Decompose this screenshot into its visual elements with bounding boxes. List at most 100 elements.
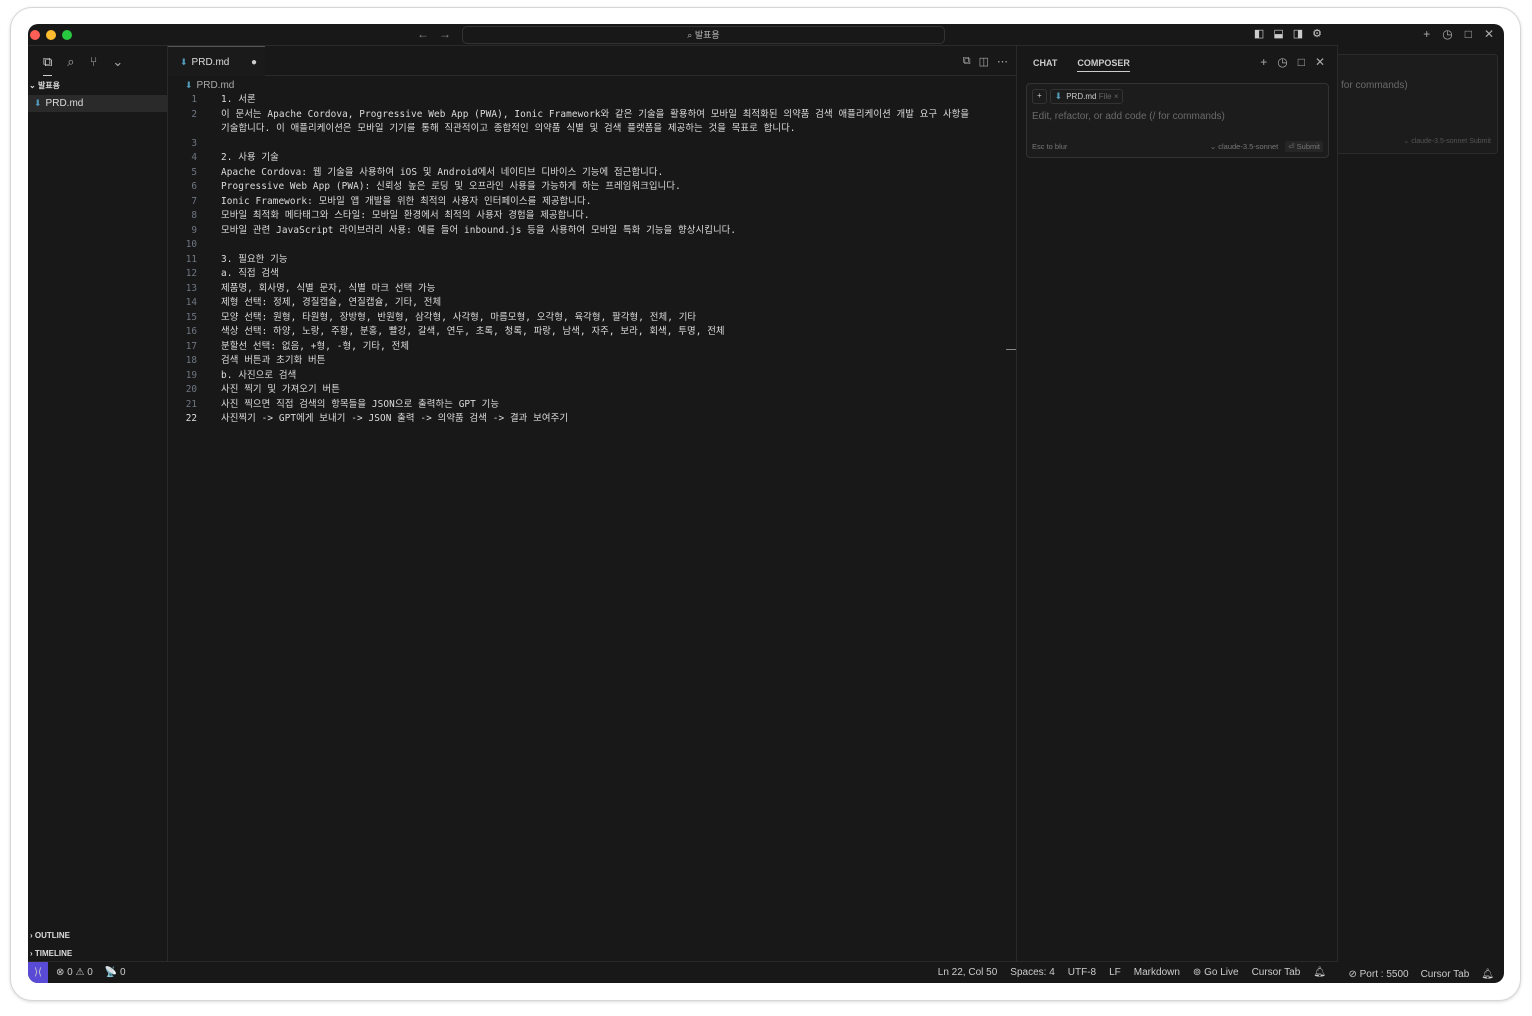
port-status[interactable]: ⊘ Port : 5500 bbox=[1348, 969, 1408, 980]
markdown-icon: ⬇ bbox=[185, 80, 193, 90]
go-live[interactable]: ⊚ Go Live bbox=[1193, 967, 1239, 978]
bg-submit[interactable]: Submit bbox=[1469, 138, 1491, 145]
code-line[interactable]: 1 1. 서론 bbox=[168, 93, 1016, 108]
cursor-position[interactable]: Ln 22, Col 50 bbox=[938, 967, 998, 978]
errors-status[interactable]: ⊗ 0 ⚠ 0 bbox=[56, 967, 93, 978]
code-line[interactable]: 13 제품명, 회사명, 식별 문자, 식별 마크 선택 가능 bbox=[168, 282, 1016, 297]
bg-composer-box[interactable]: for commands) ⌄ claude-3.5-sonnet Submit bbox=[1330, 54, 1498, 154]
tab-composer[interactable]: COMPOSER bbox=[1077, 58, 1130, 72]
indentation[interactable]: Spaces: 4 bbox=[1010, 967, 1054, 978]
code-line[interactable]: 16 색상 선택: 하양, 노랑, 주황, 분홍, 빨강, 갈색, 연두, 초록,… bbox=[168, 325, 1016, 340]
code-line[interactable]: 18 검색 버튼과 초기화 버튼 bbox=[168, 354, 1016, 369]
encoding[interactable]: UTF-8 bbox=[1068, 967, 1096, 978]
back-arrow-icon[interactable]: ← bbox=[417, 27, 429, 41]
bell-icon[interactable]: 🔔︎ bbox=[1313, 967, 1326, 978]
code-line[interactable]: 8 모바일 최적화 메타태그와 스타일: 모바일 환경에서 최적의 사용자 경험을… bbox=[168, 209, 1016, 224]
toggle-secondary-sidebar-icon[interactable]: ◨ bbox=[1293, 27, 1303, 40]
ports-status[interactable]: 📡 0 bbox=[105, 967, 126, 978]
scrollbar[interactable] bbox=[1006, 349, 1016, 350]
code-line[interactable]: 11 3. 필요한 기능 bbox=[168, 253, 1016, 268]
more-actions-icon[interactable]: ⋯ bbox=[997, 55, 1008, 68]
unsaved-dot[interactable]: ● bbox=[251, 57, 257, 68]
line-number: 16 bbox=[185, 326, 197, 337]
submit-button[interactable]: ⏎ Submit bbox=[1285, 141, 1323, 152]
search-icon[interactable]: ⌕ bbox=[67, 54, 74, 76]
toggle-sidebar-icon[interactable]: ◧ bbox=[1254, 27, 1264, 40]
remote-icon[interactable]: ⟩⟨ bbox=[28, 961, 48, 983]
code-line[interactable]: 4 2. 사용 기술 bbox=[168, 151, 1016, 166]
line-number: 10 bbox=[185, 239, 197, 250]
maximize-icon[interactable]: □ bbox=[1298, 55, 1305, 69]
open-preview-icon[interactable]: ⧉ bbox=[963, 55, 971, 68]
esc-hint: Esc to blur bbox=[1032, 142, 1068, 151]
split-editor-icon[interactable]: ◫ bbox=[979, 55, 989, 68]
close-window-button[interactable] bbox=[30, 30, 40, 40]
forward-arrow-icon[interactable]: → bbox=[439, 27, 451, 41]
line-text: 2. 사용 기술 bbox=[221, 152, 279, 163]
composer-input-box[interactable]: + ⬇ PRD.md File × Edit, refactor, or add c… bbox=[1026, 83, 1329, 158]
status-bar: ⟩⟨ ⊗ 0 ⚠ 0 📡 0 Ln 22, Col 50 Spaces: 4 UTF-… bbox=[28, 961, 1338, 983]
editor-window: ← → ⌕ 발표용 ◧ ⬓ ◨ ⚙ ⧉ ⌕ ⑂ ⌄ ⌄ 발표용 ⬇ PRD.md › OUTLI… bbox=[28, 24, 1338, 983]
line-number: 20 bbox=[185, 384, 197, 395]
line-number: 11 bbox=[185, 253, 197, 265]
line-text: 기술합니다. 이 애플리케이션은 모바일 기기를 통해 직관적이고 종합적인 의… bbox=[221, 123, 796, 134]
source-control-icon[interactable]: ⑂ bbox=[90, 54, 98, 76]
code-line[interactable]: 22 사진찍기 -> GPT에게 보내기 -> JSON 출력 -> 의약품 검색… bbox=[168, 412, 1016, 427]
code-line[interactable]: 15 모양 선택: 원형, 타원형, 장방형, 반원형, 삼각형, 사각형, 마름… bbox=[168, 311, 1016, 326]
plus-icon[interactable]: + bbox=[1260, 55, 1267, 69]
code-line[interactable]: 21 사진 찍으면 직접 검색의 항목들을 JSON으로 출력하는 GPT 기능 bbox=[168, 398, 1016, 413]
command-search[interactable]: ⌕ 발표용 bbox=[462, 26, 945, 44]
close-icon[interactable]: ✕ bbox=[1315, 55, 1325, 69]
folder-header[interactable]: ⌄ 발표용 bbox=[28, 78, 167, 91]
code-line[interactable]: 17 분할선 선택: 없음, +형, -형, 기타, 전체 bbox=[168, 340, 1016, 355]
line-number: 5 bbox=[191, 166, 197, 178]
line-text: 색상 선택: 하양, 노랑, 주황, 분홍, 빨강, 갈색, 연두, 초록, 청… bbox=[221, 326, 725, 337]
gear-icon[interactable]: ⚙ bbox=[1312, 27, 1322, 40]
outline-label: OUTLINE bbox=[34, 931, 70, 940]
context-chip[interactable]: ⬇ PRD.md File × bbox=[1049, 89, 1124, 104]
explorer-icon[interactable]: ⧉ bbox=[43, 54, 53, 76]
code-line[interactable]: 7 Ionic Framework: 모바일 앱 개발을 위한 최적의 사용자 인… bbox=[168, 195, 1016, 210]
breadcrumb-file: PRD.md bbox=[196, 80, 235, 91]
close-icon[interactable]: ✕ bbox=[1484, 27, 1494, 46]
code-line[interactable]: 5 Apache Cordova: 웹 기술을 사용하여 iOS 및 Androi… bbox=[168, 166, 1016, 181]
breadcrumb[interactable]: ⬇ PRD.md bbox=[168, 76, 1016, 93]
maximize-icon[interactable]: □ bbox=[1465, 27, 1472, 46]
minimize-window-button[interactable] bbox=[46, 30, 56, 40]
history-icon[interactable]: ◷ bbox=[1442, 27, 1452, 46]
zoom-window-button[interactable] bbox=[62, 30, 72, 40]
timeline-section[interactable]: › TIMELINE bbox=[30, 949, 72, 958]
code-line[interactable]: 20 사진 찍기 및 가져오기 버튼 bbox=[168, 383, 1016, 398]
code-line[interactable]: 기술합니다. 이 애플리케이션은 모바일 기기를 통해 직관적이고 종합적인 의… bbox=[168, 122, 1016, 137]
bg-cursor-tab[interactable]: Cursor Tab bbox=[1421, 969, 1470, 980]
code-line[interactable]: 12 a. 직접 검색 bbox=[168, 267, 1016, 282]
code-line[interactable]: 3 bbox=[168, 137, 1016, 152]
tab-prd-md[interactable]: ⬇ PRD.md ● bbox=[168, 46, 265, 76]
tab-chat[interactable]: CHAT bbox=[1033, 58, 1057, 77]
code-area[interactable]: 1 1. 서론 2 이 문서는 Apache Cordova, Progressive… bbox=[168, 93, 1016, 427]
line-number: 22 bbox=[185, 413, 197, 424]
code-line[interactable]: 19 b. 사진으로 검색 bbox=[168, 369, 1016, 384]
composer-placeholder[interactable]: Edit, refactor, or add code (/ for comma… bbox=[1027, 109, 1328, 124]
composer-panel: CHAT COMPOSER + ◷ □ ✕ + ⬇ PRD.md File × Edit, … bbox=[1018, 46, 1338, 961]
code-line[interactable]: 6 Progressive Web App (PWA): 신뢰성 높은 로딩 및 … bbox=[168, 180, 1016, 195]
file-item-prd[interactable]: ⬇ PRD.md bbox=[28, 95, 167, 112]
code-line[interactable]: 10 bbox=[168, 238, 1016, 253]
code-line[interactable]: 14 제형 선택: 정제, 경질캡슐, 연질캡슐, 기타, 전체 bbox=[168, 296, 1016, 311]
add-context-button[interactable]: + bbox=[1032, 89, 1047, 104]
toggle-panel-icon[interactable]: ⬓ bbox=[1273, 27, 1283, 40]
outline-section[interactable]: › OUTLINE bbox=[30, 931, 70, 940]
eol[interactable]: LF bbox=[1109, 967, 1121, 978]
cursor-tab[interactable]: Cursor Tab bbox=[1252, 967, 1301, 978]
line-number: 18 bbox=[185, 355, 197, 366]
bell-icon[interactable]: 🔔︎ bbox=[1481, 969, 1494, 980]
chevron-down-icon[interactable]: ⌄ bbox=[112, 54, 123, 76]
remove-icon[interactable]: × bbox=[1114, 92, 1119, 101]
plus-icon[interactable]: + bbox=[1423, 27, 1430, 46]
model-selector[interactable]: ⌄ claude-3.5-sonnet bbox=[1207, 141, 1281, 152]
line-text: 제형 선택: 정제, 경질캡슐, 연질캡슐, 기타, 전체 bbox=[221, 297, 442, 308]
code-line[interactable]: 2 이 문서는 Apache Cordova, Progressive Web A… bbox=[168, 108, 1016, 123]
code-line[interactable]: 9 모바일 관련 JavaScript 라이브러리 사용: 예를 들어 inbou… bbox=[168, 224, 1016, 239]
language-mode[interactable]: Markdown bbox=[1134, 967, 1180, 978]
history-icon[interactable]: ◷ bbox=[1277, 55, 1287, 69]
